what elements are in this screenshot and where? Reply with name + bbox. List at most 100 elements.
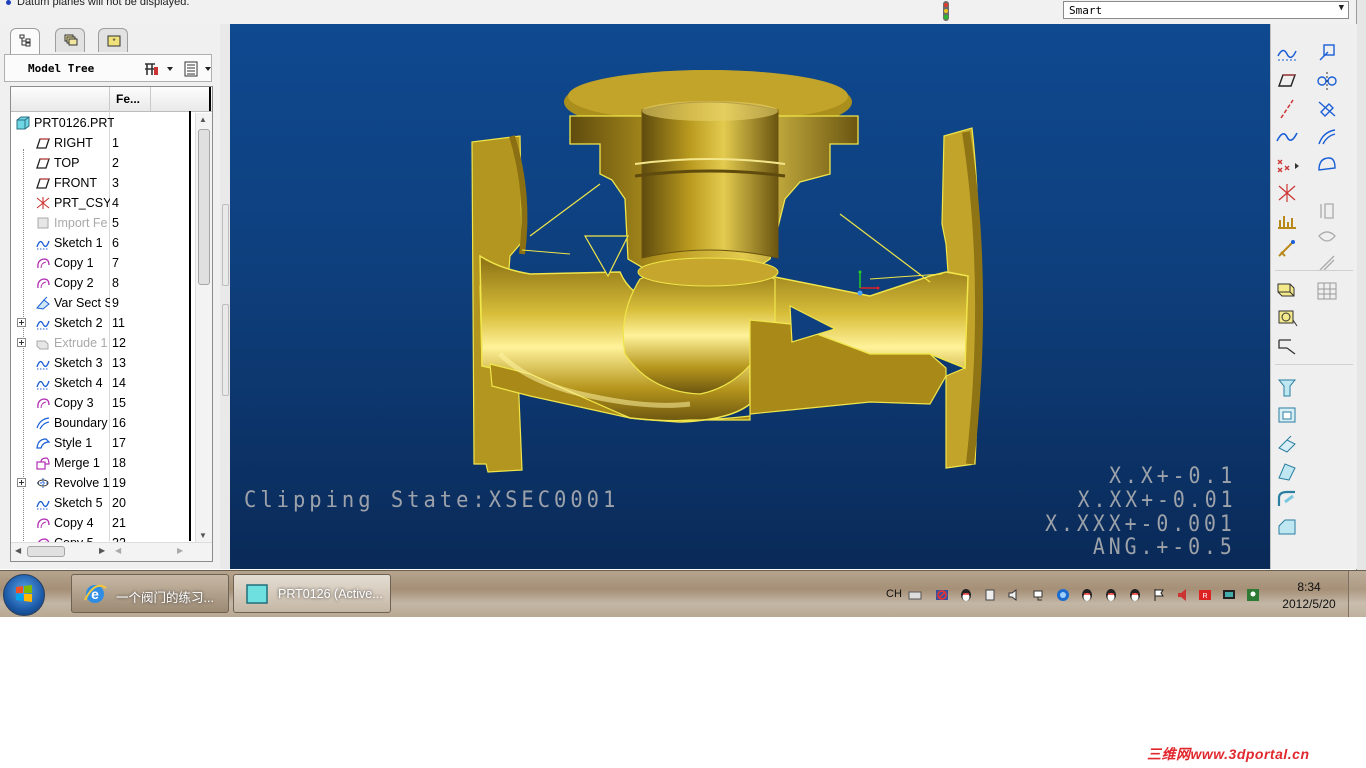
tree-item-style-1[interactable]: Style 1 17 xyxy=(11,433,191,453)
solidify-icon[interactable] xyxy=(1315,226,1339,248)
analysis-icon[interactable] xyxy=(1275,210,1299,232)
scroll-up-icon[interactable]: ▲ xyxy=(199,115,207,124)
volume-icon[interactable] xyxy=(1176,588,1190,602)
draft-icon[interactable] xyxy=(1275,460,1299,482)
tree-item-front[interactable]: FRONT 3 xyxy=(11,173,191,193)
language-indicator[interactable]: CH xyxy=(886,588,902,600)
expand-plus-icon[interactable] xyxy=(17,318,26,327)
tree-item-revolve-1[interactable]: Revolve 1 19 xyxy=(11,473,191,493)
scroll-right-icon[interactable]: ▶ xyxy=(99,546,105,555)
boundary-blend-tool-icon[interactable] xyxy=(1315,126,1339,148)
system-clock[interactable]: 8:34 2012/5/20 xyxy=(1276,580,1342,611)
scroll-right-icon[interactable]: ▶ xyxy=(177,546,183,555)
datum-display-icon[interactable] xyxy=(1275,42,1299,64)
graphics-window[interactable]: Clipping State:XSEC0001 X.X+-0.1 X.XX+-0… xyxy=(230,24,1270,569)
expand-plus-icon[interactable] xyxy=(17,478,26,487)
rib-icon[interactable] xyxy=(1275,432,1299,454)
tree-name-column-header[interactable] xyxy=(11,87,110,111)
extrude-tool-icon[interactable] xyxy=(1275,278,1299,300)
trim-icon[interactable] xyxy=(1315,98,1339,120)
action-center-flag-icon[interactable] xyxy=(1152,588,1166,602)
tree-item-sketch-1[interactable]: Sketch 1 6 xyxy=(11,233,191,253)
taskbar-proe-button[interactable]: PRT0126 (Active... xyxy=(233,574,391,613)
panel-sash[interactable] xyxy=(220,24,230,569)
scroll-thumb[interactable] xyxy=(198,129,210,285)
green-app-icon[interactable] xyxy=(1246,588,1260,602)
tree-item-boundary[interactable]: Boundary 16 xyxy=(11,413,191,433)
sketch-tool-icon[interactable] xyxy=(1275,238,1299,260)
tree-item-copy-3[interactable]: Copy 3 15 xyxy=(11,393,191,413)
mirror-icon[interactable] xyxy=(1315,70,1339,92)
display-monitor-icon[interactable] xyxy=(1222,588,1236,602)
tree-feature-column-header[interactable]: Fe... xyxy=(110,87,151,111)
tree-root-item[interactable]: PRT0126.PRT xyxy=(11,113,191,133)
security-app-icon[interactable]: R xyxy=(1198,588,1212,602)
tree-item-sketch-4[interactable]: Sketch 4 14 xyxy=(11,373,191,393)
sash-grip[interactable] xyxy=(222,204,229,286)
model-tree-tab[interactable] xyxy=(10,28,40,54)
tree-item-import-fe[interactable]: Import Fe 5 xyxy=(11,213,191,233)
sweep-tool-icon[interactable] xyxy=(1275,334,1299,356)
thicken-icon[interactable] xyxy=(1315,200,1339,222)
tree-item-prt-csys[interactable]: PRT_CSYS4 xyxy=(11,193,191,213)
tree-item-copy-2[interactable]: Copy 2 8 xyxy=(11,273,191,293)
tree-item-copy-1[interactable]: Copy 1 7 xyxy=(11,253,191,273)
tree-item-label: Sketch 1 xyxy=(54,236,103,250)
datum-plane-tool-icon[interactable] xyxy=(1275,70,1299,92)
tree-item-sketch-5[interactable]: Sketch 5 20 xyxy=(11,493,191,513)
scroll-thumb-horizontal[interactable] xyxy=(27,546,65,557)
datum-plane-icon xyxy=(36,178,50,189)
datum-point-icon[interactable] xyxy=(1275,154,1299,176)
sash-grip[interactable] xyxy=(222,304,229,396)
speaker-icon[interactable] xyxy=(1007,588,1021,602)
scroll-down-icon[interactable]: ▼ xyxy=(199,531,207,540)
tree-vertical-scrollbar[interactable]: ▲ ▼ xyxy=(195,113,212,543)
datum-axis-icon[interactable] xyxy=(1275,98,1299,120)
shell-icon[interactable] xyxy=(1275,404,1299,426)
favorites-tab[interactable]: * xyxy=(98,28,128,52)
tree-show-icon[interactable] xyxy=(183,61,215,77)
tree-item-label: Copy 1 xyxy=(54,256,94,270)
regenerate-traffic-light-icon[interactable] xyxy=(939,0,953,22)
network-blocked-icon[interactable] xyxy=(935,588,949,602)
network-icon[interactable] xyxy=(1032,588,1046,602)
browser-tray-icon[interactable] xyxy=(1056,588,1070,602)
round-icon[interactable] xyxy=(1275,488,1299,510)
tree-horizontal-scrollbar[interactable]: ◀ ▶ ◀ ▶ xyxy=(11,542,212,561)
qq-penguin-icon[interactable] xyxy=(1080,588,1094,602)
layers-tab[interactable] xyxy=(55,28,85,52)
keyboard-icon[interactable] xyxy=(908,588,922,602)
revolve-tool-icon[interactable] xyxy=(1275,306,1299,328)
tree-item-sketch-2[interactable]: Sketch 2 11 xyxy=(11,313,191,333)
fill-surface-icon[interactable] xyxy=(1315,154,1339,176)
tree-item-right[interactable]: RIGHT 1 xyxy=(11,133,191,153)
scroll-left-icon[interactable]: ◀ xyxy=(115,546,121,555)
selection-filter-dropdown[interactable]: Smart ▼ xyxy=(1063,1,1349,19)
copy-icon[interactable] xyxy=(1315,42,1339,64)
tree-item-extrude-1[interactable]: Extrude 1 12 xyxy=(11,333,191,353)
tree-item-top[interactable]: TOP 2 xyxy=(11,153,191,173)
tree-item-copy-4[interactable]: Copy 4 21 xyxy=(11,513,191,533)
show-desktop-button[interactable] xyxy=(1348,571,1366,617)
start-button[interactable] xyxy=(3,574,45,616)
datum-csys-icon[interactable] xyxy=(1275,182,1299,204)
tree-item-label: Sketch 2 xyxy=(54,316,103,330)
tree-item-merge-1[interactable]: Merge 1 18 xyxy=(11,453,191,473)
tolerance-note: X.XX+-0.01 xyxy=(1077,488,1236,513)
qq-penguin-icon[interactable] xyxy=(1104,588,1118,602)
qq-penguin-icon[interactable] xyxy=(959,588,973,602)
chamfer-icon[interactable] xyxy=(1275,516,1299,538)
expand-plus-icon[interactable] xyxy=(17,338,26,347)
tree-item-label: FRONT xyxy=(54,176,98,190)
qq-penguin-icon[interactable] xyxy=(1128,588,1142,602)
tree-item-var-sect-s[interactable]: Var Sect S9 xyxy=(11,293,191,313)
hole-icon[interactable] xyxy=(1275,376,1299,398)
tree-item-sketch-3[interactable]: Sketch 3 13 xyxy=(11,353,191,373)
taskbar-ie-button[interactable]: e 一个阀门的练习... xyxy=(71,574,229,613)
pattern-icon[interactable] xyxy=(1315,280,1339,302)
datum-curve-icon[interactable] xyxy=(1275,126,1299,148)
scroll-left-icon[interactable]: ◀ xyxy=(15,546,21,555)
usb-device-icon[interactable] xyxy=(983,588,997,602)
tree-settings-icon[interactable] xyxy=(143,61,175,77)
sketch-icon xyxy=(36,320,50,330)
